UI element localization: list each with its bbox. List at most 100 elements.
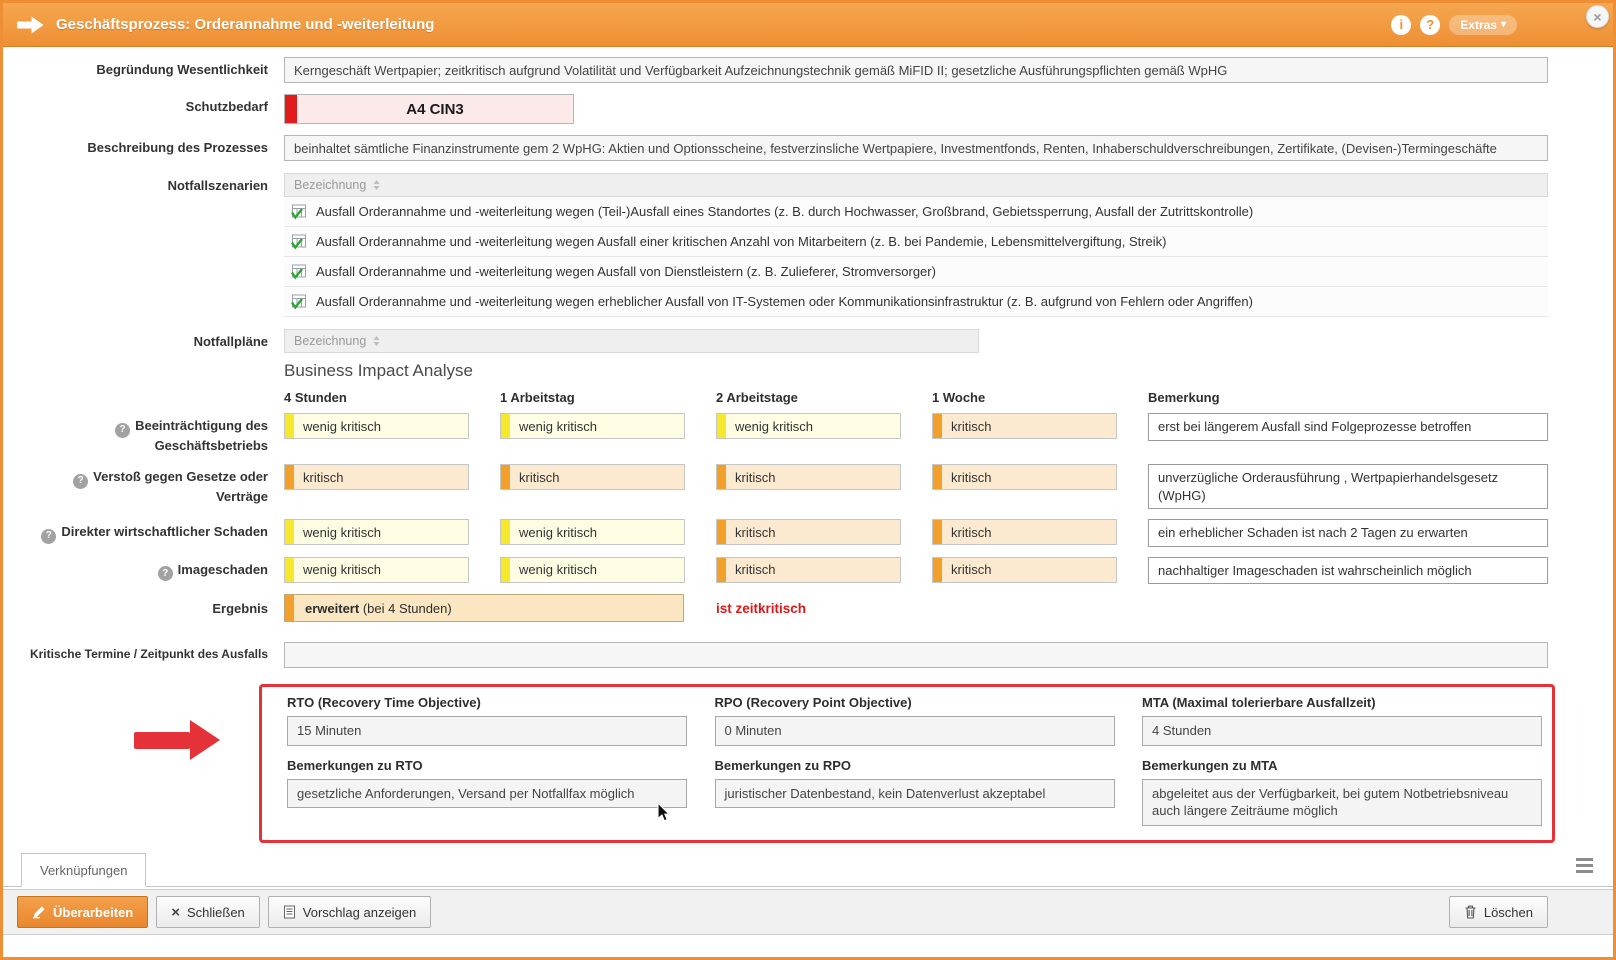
rto-note-field[interactable]: gesetzliche Anforderungen, Versand per N…: [287, 779, 687, 809]
rating-color-bar: [933, 465, 942, 489]
bia-col-header: 1 Woche: [932, 390, 1148, 405]
mta-label: MTA (Maximal tolerierbare Ausfallzeit): [1142, 695, 1542, 710]
schutzbedarf-color-bar: [285, 95, 297, 123]
app-window: Geschäftsprozess: Orderannahme und -weit…: [0, 0, 1616, 960]
bia-column-headers: 4 Stunden 1 Arbeitstag 2 Arbeitstage 1 W…: [284, 390, 1548, 405]
rating-cell[interactable]: wenig kritisch: [284, 413, 469, 439]
notfallszenario-item[interactable]: Ausfall Orderannahme und -weiterleitung …: [284, 227, 1548, 257]
info-icon[interactable]: i: [1391, 15, 1411, 35]
kritische-termine-label: Kritische Termine / Zeitpunkt des Ausfal…: [21, 642, 268, 662]
footer-toolbar: Überarbeiten × Schließen Vorschlag anzei…: [3, 889, 1613, 935]
close-x-icon: ×: [171, 905, 180, 920]
rating-cell[interactable]: kritisch: [932, 519, 1117, 545]
rating-color-bar: [285, 414, 294, 438]
notfallszenarien-column-header[interactable]: Bezeichnung: [284, 173, 1548, 197]
form-area: Begründung Wesentlichkeit Kerngeschäft W…: [3, 47, 1613, 843]
mta-column: MTA (Maximal tolerierbare Ausfallzeit) 4…: [1142, 695, 1542, 826]
tab-verknuepfungen[interactable]: Verknüpfungen: [21, 853, 146, 887]
notfallszenario-item[interactable]: Ausfall Orderannahme und -weiterleitung …: [284, 257, 1548, 287]
bemerkung-field[interactable]: erst bei längerem Ausfall sind Folgeproz…: [1148, 413, 1548, 441]
rating-cell[interactable]: kritisch: [932, 464, 1117, 490]
notfallplaene-list: Bezeichnung: [284, 329, 1548, 353]
extras-button[interactable]: Extras ▾: [1449, 15, 1517, 35]
titlebar-actions: i ? Extras ▾: [1391, 15, 1517, 35]
kritische-termine-field[interactable]: [284, 642, 1548, 668]
help-icon[interactable]: ?: [158, 566, 173, 581]
bia-row-label: ?Direkter wirtschaftlicher Schaden: [21, 519, 268, 544]
rating-color-bar: [717, 465, 726, 489]
bia-row-label: ?Verstoß gegen Gesetze oder Verträge: [21, 464, 268, 505]
help-icon[interactable]: ?: [115, 423, 130, 438]
extras-label: Extras: [1460, 18, 1497, 32]
rating-cell[interactable]: wenig kritisch: [500, 519, 685, 545]
rating-cell[interactable]: wenig kritisch: [500, 413, 685, 439]
ueberarbeiten-button[interactable]: Überarbeiten: [17, 896, 148, 928]
mouse-cursor: [656, 802, 671, 823]
notfallplaene-column-header[interactable]: Bezeichnung: [284, 329, 979, 353]
titlebar: Geschäftsprozess: Orderannahme und -weit…: [3, 3, 1613, 47]
help-icon[interactable]: ?: [73, 474, 88, 489]
bemerkung-field[interactable]: nachhaltiger Imageschaden ist wahrschein…: [1148, 557, 1548, 585]
schutzbedarf-value: A4 CIN3: [297, 95, 573, 123]
bia-row: ?Direkter wirtschaftlicher Schaden wenig…: [21, 519, 1548, 547]
rating-color-bar: [933, 414, 942, 438]
rto-value-field[interactable]: 15 Minuten: [287, 716, 687, 746]
rating-color-bar: [933, 558, 942, 582]
scenario-checked-icon: [290, 203, 307, 220]
bia-row: ?Verstoß gegen Gesetze oder Verträge kri…: [21, 464, 1548, 509]
rating-color-bar: [717, 558, 726, 582]
rating-cell[interactable]: kritisch: [500, 464, 685, 490]
close-button[interactable]: ×: [1586, 5, 1609, 28]
help-icon[interactable]: ?: [1420, 15, 1440, 35]
forward-arrow-icon: [17, 16, 44, 34]
rating-color-bar: [501, 558, 510, 582]
bia-col-header: Bemerkung: [1148, 390, 1548, 405]
rpo-value-field[interactable]: 0 Minuten: [715, 716, 1115, 746]
rating-cell[interactable]: kritisch: [284, 464, 469, 490]
bia-section-heading: Business Impact Analyse: [284, 361, 1548, 381]
rating-cell[interactable]: kritisch: [716, 557, 901, 583]
rating-color-bar: [501, 414, 510, 438]
rpo-column: RPO (Recovery Point Objective) 0 Minuten…: [715, 695, 1115, 826]
ergebnis-field: erweitert (bei 4 Stunden): [284, 594, 684, 622]
rating-cell[interactable]: wenig kritisch: [716, 413, 901, 439]
notfallszenarien-label: Notfallszenarien: [21, 173, 268, 194]
ergebnis-label: Ergebnis: [21, 594, 268, 617]
ergebnis-value-bold: erweitert: [305, 601, 359, 616]
rating-cell[interactable]: kritisch: [716, 519, 901, 545]
rating-cell[interactable]: wenig kritisch: [284, 557, 469, 583]
rating-cell[interactable]: kritisch: [716, 464, 901, 490]
schutzbedarf-field[interactable]: A4 CIN3: [284, 94, 574, 124]
help-icon[interactable]: ?: [41, 529, 56, 544]
rating-cell[interactable]: kritisch: [932, 413, 1117, 439]
edit-pencil-icon: [32, 905, 46, 919]
beschreibung-field[interactable]: beinhaltet sämtliche Finanzinstrumente g…: [284, 135, 1548, 161]
rto-note-label: Bemerkungen zu RTO: [287, 758, 687, 773]
loeschen-button[interactable]: Löschen: [1449, 896, 1548, 928]
bemerkung-field[interactable]: unverzügliche Orderausführung , Wertpapi…: [1148, 464, 1548, 509]
zeitkritisch-flag: ist zeitkritisch: [716, 601, 806, 616]
mta-value-field[interactable]: 4 Stunden: [1142, 716, 1542, 746]
mta-note-field[interactable]: abgeleitet aus der Verfügbarkeit, bei gu…: [1142, 779, 1542, 826]
rating-color-bar: [285, 465, 294, 489]
annotation-highlight-box: RTO (Recovery Time Objective) 15 Minuten…: [259, 684, 1555, 843]
begruendung-field[interactable]: Kerngeschäft Wertpapier; zeitkritisch au…: [284, 57, 1548, 83]
rating-color-bar: [501, 520, 510, 544]
rating-cell[interactable]: kritisch: [932, 557, 1117, 583]
vorschlag-anzeigen-button[interactable]: Vorschlag anzeigen: [268, 896, 431, 928]
rpo-note-field[interactable]: juristischer Datenbestand, kein Datenver…: [715, 779, 1115, 809]
list-toggle-button[interactable]: [1571, 855, 1597, 877]
rating-cell[interactable]: wenig kritisch: [500, 557, 685, 583]
notfallszenario-item[interactable]: Ausfall Orderannahme und -weiterleitung …: [284, 287, 1548, 317]
bia-row-label: ?Beeinträchtigung des Geschäftsbetriebs: [21, 413, 268, 454]
schliessen-button[interactable]: × Schließen: [156, 896, 260, 928]
bemerkung-field[interactable]: ein erheblicher Schaden ist nach 2 Tagen…: [1148, 519, 1548, 547]
bia-col-header: 2 Arbeitstage: [716, 390, 932, 405]
begruendung-label: Begründung Wesentlichkeit: [21, 57, 268, 78]
rating-color-bar: [933, 520, 942, 544]
notfallszenario-item[interactable]: Ausfall Orderannahme und -weiterleitung …: [284, 197, 1548, 227]
rating-color-bar: [717, 414, 726, 438]
beschreibung-label: Beschreibung des Prozesses: [21, 135, 268, 156]
scenario-checked-icon: [290, 263, 307, 280]
rating-cell[interactable]: wenig kritisch: [284, 519, 469, 545]
